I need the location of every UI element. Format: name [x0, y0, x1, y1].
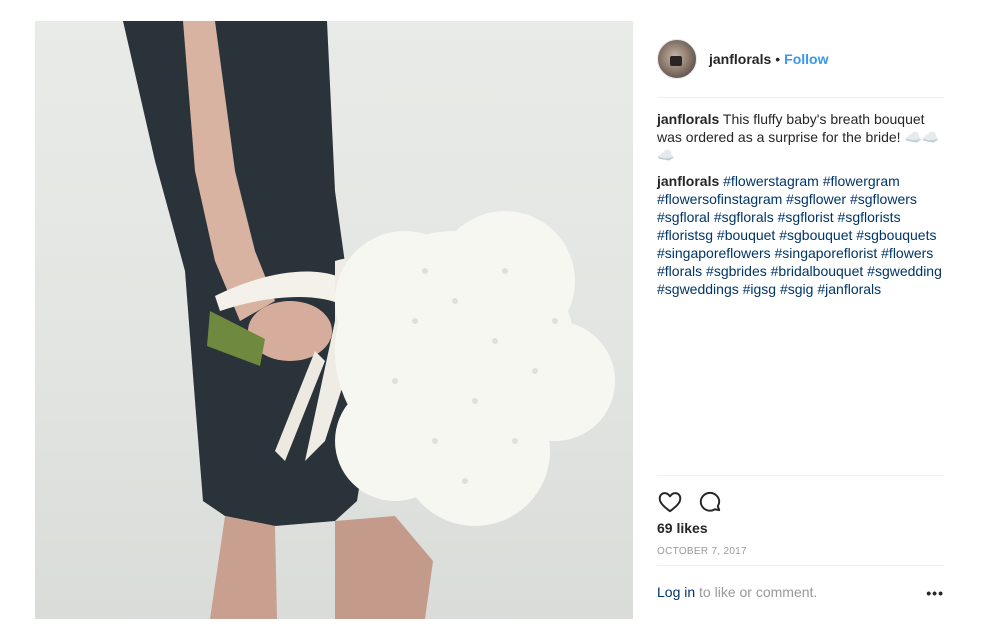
follow-button[interactable]: Follow [784, 51, 828, 67]
hashtag-link[interactable]: #singaporeflowers [657, 245, 771, 261]
bouquet-photo-illustration [123, 21, 615, 619]
header-username[interactable]: janflorals [709, 51, 771, 67]
heart-icon[interactable] [657, 489, 683, 515]
hashtag-link[interactable]: #sgbouquet [779, 227, 852, 243]
hashtag-link[interactable]: #flowergram [823, 173, 900, 189]
login-prompt-text: to like or comment. [695, 584, 818, 600]
hashtag-link[interactable]: #flowers [881, 245, 933, 261]
hashtag-link[interactable]: #floristsg [657, 227, 713, 243]
caption-comment: janflorals This fluffy baby's breath bou… [657, 110, 944, 164]
hashtag-link[interactable]: #sgweddings [657, 281, 739, 297]
caption-username[interactable]: janflorals [657, 111, 719, 127]
hashtag-link[interactable]: #sgflorist [778, 209, 834, 225]
hashtag-link[interactable]: #sgflowers [850, 191, 917, 207]
hashtag-comment: janflorals #flowerstagram #flowergram #f… [657, 172, 944, 298]
hashtag-link[interactable]: #florals [657, 263, 702, 279]
hashtag-link[interactable]: #flowerstagram [723, 173, 819, 189]
hashtag-link[interactable]: #flowersofinstagram [657, 191, 782, 207]
post-side-panel: janflorals • Follow janflorals This fluf… [657, 21, 944, 619]
hashtag-link[interactable]: #sgig [780, 281, 813, 297]
likes-count[interactable]: 69 likes [657, 520, 708, 536]
footer-divider [657, 565, 944, 566]
hashtag-link[interactable]: #sgbouquets [856, 227, 936, 243]
hashtag-link[interactable]: #sgflower [786, 191, 846, 207]
post-photo [35, 21, 633, 619]
hashtag-comment-username[interactable]: janflorals [657, 173, 719, 189]
hashtag-link[interactable]: #sgfloral [657, 209, 710, 225]
hashtag-link[interactable]: #sgflorals [714, 209, 774, 225]
hashtag-link[interactable]: #bridalbouquet [771, 263, 864, 279]
hashtag-link[interactable]: #janflorals [817, 281, 881, 297]
header-divider [657, 97, 944, 98]
action-bar [657, 489, 737, 515]
hashtag-list: #flowerstagram #flowergram #flowersofins… [657, 173, 942, 297]
comment-icon[interactable] [697, 489, 723, 515]
hashtag-link[interactable]: #sgwedding [867, 263, 942, 279]
more-options-button[interactable]: ••• [926, 585, 944, 601]
actions-divider [657, 475, 944, 476]
avatar[interactable] [657, 39, 697, 79]
login-prompt: Log in to like or comment. [657, 584, 817, 600]
hashtag-link[interactable]: #sgflorists [838, 209, 901, 225]
hashtag-link[interactable]: #sgbrides [706, 263, 767, 279]
post-date[interactable]: OCTOBER 7, 2017 [657, 546, 747, 557]
caption-section: janflorals This fluffy baby's breath bou… [657, 110, 944, 306]
hashtag-link[interactable]: #bouquet [717, 227, 775, 243]
separator-dot: • [775, 51, 781, 67]
login-link[interactable]: Log in [657, 584, 695, 600]
hashtag-link[interactable]: #singaporeflorist [775, 245, 878, 261]
post-header: janflorals • Follow [657, 39, 944, 79]
hashtag-link[interactable]: #igsg [743, 281, 776, 297]
